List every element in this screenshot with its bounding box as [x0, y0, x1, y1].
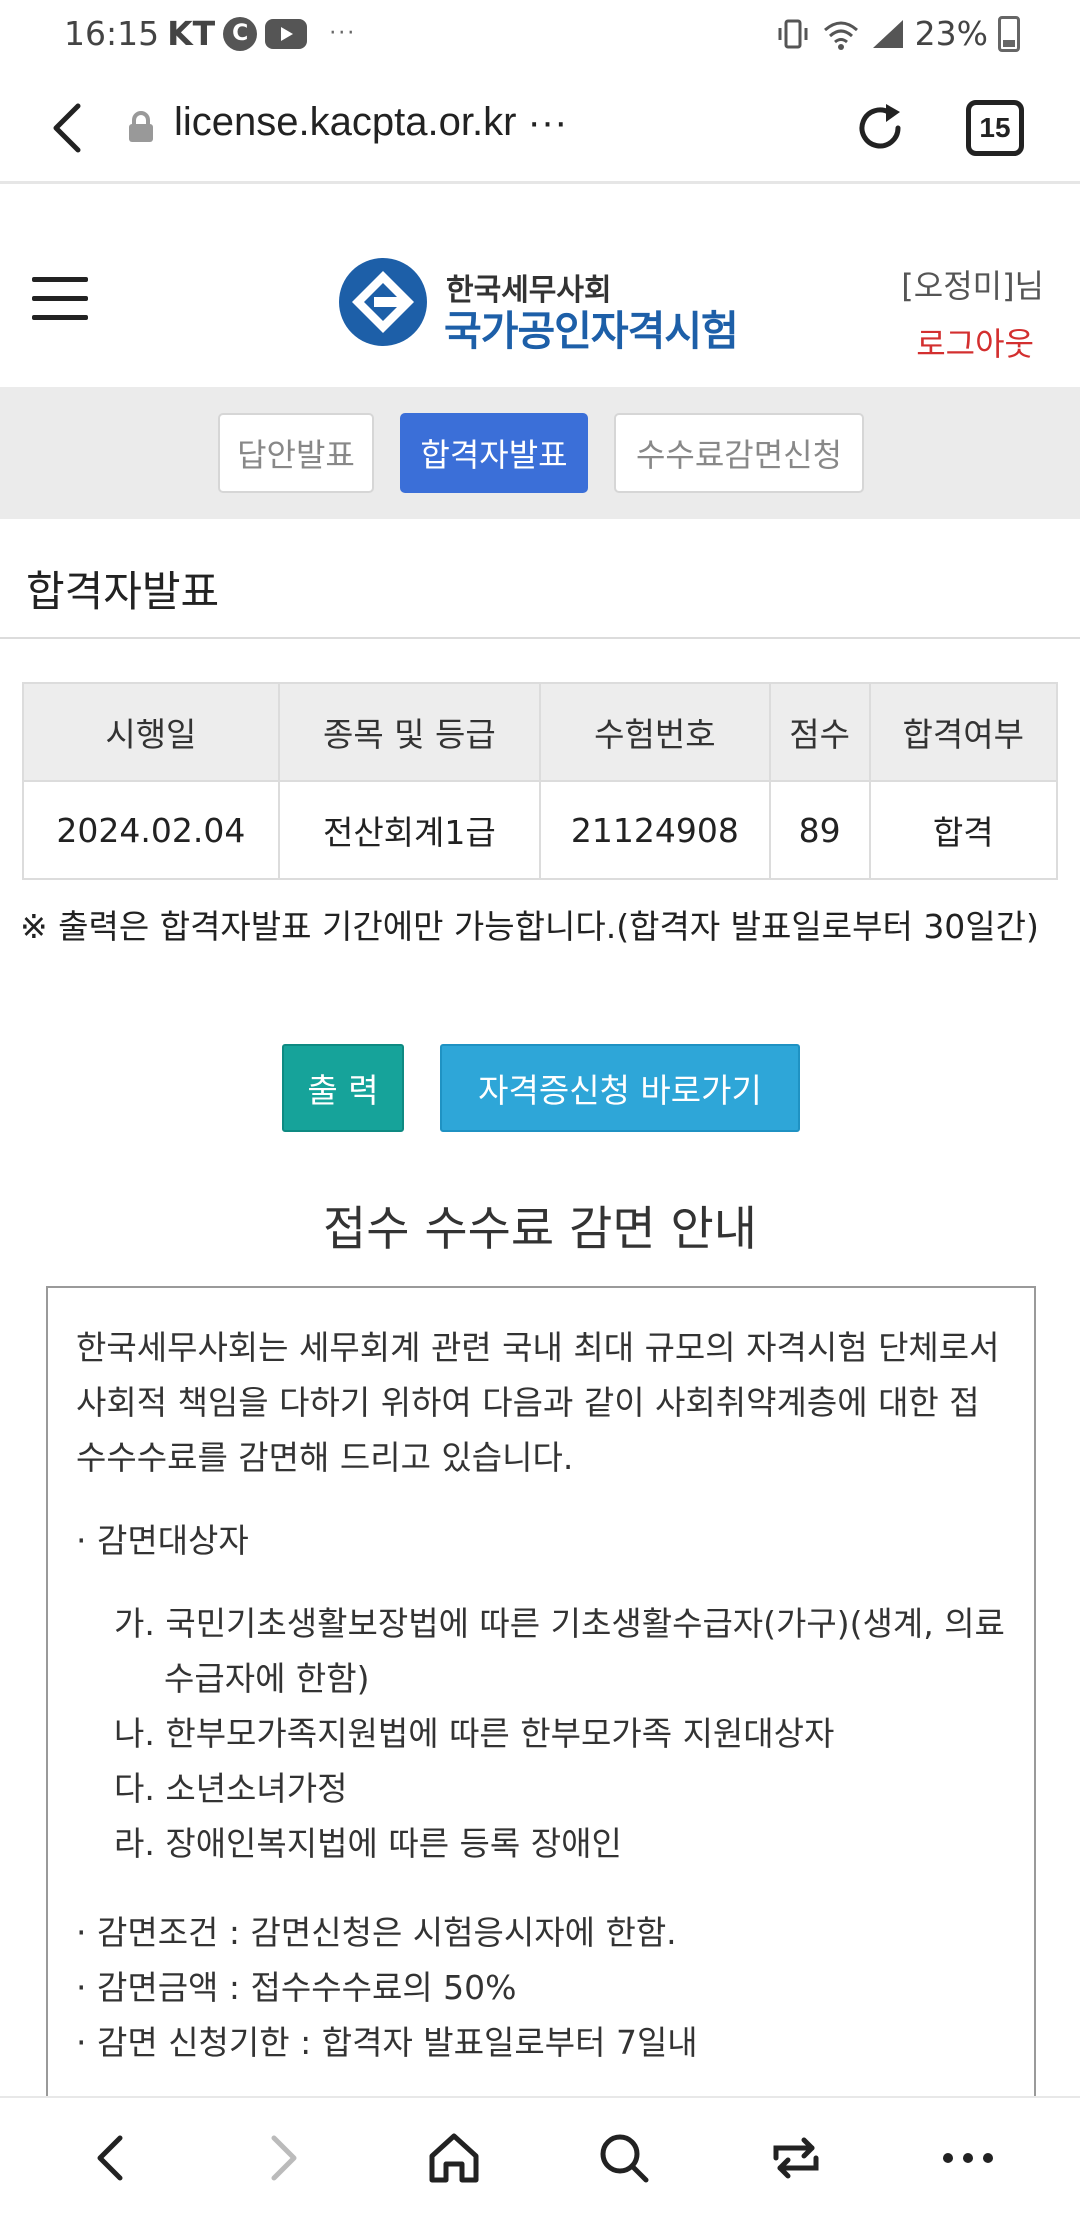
status-left: 16:15 KT C ···	[64, 14, 356, 53]
battery-icon	[998, 15, 1020, 52]
header-score: 점수	[768, 682, 871, 782]
cell-exam-date: 2024.02.04	[22, 780, 280, 880]
vibrate-icon	[778, 19, 808, 48]
lock-icon	[129, 111, 153, 142]
header-exam-number: 수험번호	[538, 682, 771, 782]
nav-forward-icon[interactable]	[252, 2128, 312, 2188]
signal-icon	[872, 19, 903, 48]
reduction-amount: · 감면금액 : 접수수수료의 50%	[76, 1968, 517, 2007]
cell-subject-grade: 전산회계1급	[277, 780, 541, 880]
kacpta-logo[interactable]	[338, 257, 428, 347]
cell-pass-status: 합격	[868, 780, 1059, 880]
fee-notice-box: 한국세무사회는 세무회계 관련 국내 최대 규모의 자격시험 단체로서 사회적 …	[46, 1286, 1036, 2214]
logo-text-exam: 국가공인자격시험	[444, 307, 739, 355]
user-name: [오정미]님	[901, 267, 1044, 305]
menu-icon[interactable]	[32, 277, 88, 321]
reload-icon[interactable]	[850, 98, 910, 158]
print-note: ※ 출력은 합격자발표 기간에만 가능합니다.(합격자 발표일로부터 30일간)	[20, 907, 1039, 946]
wifi-icon	[823, 21, 858, 50]
nav-back-icon[interactable]	[82, 2128, 142, 2188]
target-heading: · 감면대상자	[76, 1521, 249, 1560]
sub-menu: 답안발표 합격자발표 수수료감면신청	[0, 387, 1080, 519]
reduction-condition: · 감면조건 : 감면신청은 시험응시자에 한함.	[76, 1913, 677, 1952]
youtube-icon	[265, 18, 308, 49]
browser-url-bar: license.kacpta.or.kr ··· 15	[0, 72, 1080, 184]
nav-share-icon[interactable]	[766, 2128, 826, 2188]
status-carrier: KT	[167, 14, 216, 53]
target-item: 나. 한부모가족지원법에 따른 한부모가족 지원대상자	[114, 1714, 835, 1753]
target-item: 다. 소년소녀가정	[114, 1769, 348, 1808]
cell-exam-number: 21124908	[538, 780, 771, 880]
status-right: 23%	[775, 14, 1020, 53]
nav-search-icon[interactable]	[594, 2128, 654, 2188]
header-pass-status: 합격여부	[868, 682, 1059, 782]
fee-intro: 한국세무사회는 세무회계 관련 국내 최대 규모의 자격시험 단체로서 사회적 …	[76, 1328, 1000, 1477]
logout-link[interactable]: 로그아웃	[916, 319, 1034, 365]
target-item: 가. 국민기초생활보장법에 따른 기초생활수급자(가구)(생계, 의료 수급자에…	[114, 1604, 1005, 1698]
fee-notice-title: 접수 수수료 감면 안내	[323, 1202, 757, 1257]
site-header: 한국세무사회 국가공인자격시험 [오정미]님 로그아웃	[0, 187, 1080, 387]
tab-count-button[interactable]: 15	[966, 100, 1024, 156]
certificate-apply-button[interactable]: 자격증신청 바로가기	[440, 1044, 800, 1132]
tab-answer-announcement[interactable]: 답안발표	[218, 413, 374, 493]
tab-pass-announcement[interactable]: 합격자발표	[400, 413, 588, 493]
battery-percent: 23%	[914, 14, 988, 53]
reduction-deadline: · 감면 신청기한 : 합격자 발표일로부터 7일내	[76, 2023, 698, 2062]
divider	[0, 637, 1080, 639]
back-icon[interactable]	[44, 98, 94, 158]
print-button[interactable]: 출 력	[282, 1044, 404, 1132]
page-title: 합격자발표	[26, 567, 220, 616]
table-row: 2024.02.04 전산회계1급 21124908 89 합격	[22, 780, 1059, 880]
status-more: ···	[329, 21, 357, 46]
header-exam-date: 시행일	[22, 682, 280, 782]
result-table: 시행일 종목 및 등급 수험번호 점수 합격여부 2024.02.04 전산회계…	[22, 682, 1059, 880]
status-time: 16:15	[64, 14, 160, 53]
cell-score: 89	[768, 780, 871, 880]
target-item: 라. 장애인복지법에 따른 등록 장애인	[114, 1824, 622, 1863]
status-bar: 16:15 KT C ··· 23%	[0, 0, 1080, 72]
table-header-row: 시행일 종목 및 등급 수험번호 점수 합격여부	[22, 682, 1059, 782]
browser-bottom-nav	[0, 2096, 1080, 2214]
nav-more-icon[interactable]	[938, 2128, 998, 2188]
c-badge-icon: C	[223, 16, 258, 51]
nav-home-icon[interactable]	[424, 2128, 484, 2188]
url-field[interactable]: license.kacpta.or.kr ···	[174, 100, 567, 145]
header-subject-grade: 종목 및 등급	[277, 682, 541, 782]
tab-fee-reduction[interactable]: 수수료감면신청	[614, 413, 864, 493]
